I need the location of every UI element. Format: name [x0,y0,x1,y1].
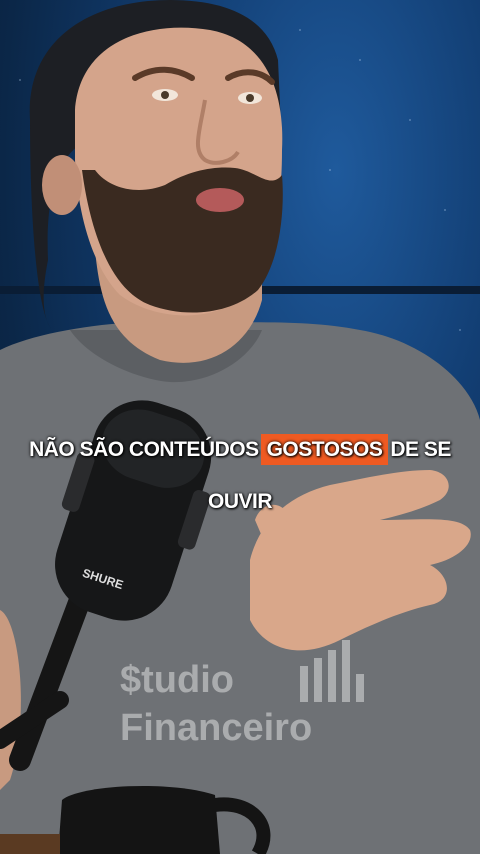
subtitle-text: DE SE [390,438,451,461]
subtitle-line-2: OUVIR [0,490,480,514]
subtitle-highlight-word: GOSTOSOS [260,434,389,465]
ear [42,155,82,215]
studio-financeiro-watermark: $tudio Financeiro [120,656,312,752]
subtitle-line-1: NÃO SÃO CONTEÚDOS GOSTOSOS DE SE [0,434,480,465]
desk [0,834,60,854]
mouth [196,188,244,212]
coffee-mug [58,785,220,854]
video-frame: SHURE $tudio Financeiro NÃO SÃO CONTEÚDO… [0,0,480,854]
watermark-line2: Financeiro [120,707,313,749]
watermark-line1: $tudio [120,659,234,701]
subtitle-text: NÃO SÃO CONTEÚDOS [29,438,259,461]
subtitle-text: OUVIR [207,490,273,513]
